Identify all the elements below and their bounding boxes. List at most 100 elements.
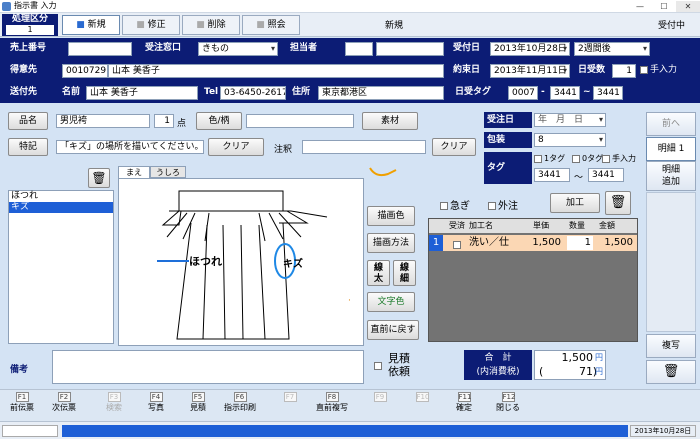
minimize-button[interactable]: —: [628, 1, 652, 12]
customer-label: 得意先: [10, 65, 38, 75]
tab-delete[interactable]: ■ 削除: [182, 15, 240, 35]
tel-label: Tel: [204, 87, 219, 97]
text-color-button[interactable]: 文字色: [367, 292, 415, 312]
window-title: 指示書 入力: [14, 1, 57, 10]
tag-to-input[interactable]: 3441: [593, 86, 623, 100]
receive-tag-from[interactable]: 3441: [534, 168, 570, 182]
address-input[interactable]: 東京都港区: [318, 86, 444, 100]
fkey-f12[interactable]: F12 閉じる: [488, 392, 528, 420]
outsourced-checkbox[interactable]: 外注: [488, 197, 518, 212]
line-thick-button[interactable]: 線 太: [367, 260, 390, 286]
tag0-checkbox[interactable]: 0タグ: [572, 153, 603, 164]
title-bar: 指示書 入力 — ☐ ✕: [0, 0, 700, 13]
header-panel: 売上番号 受注窓口 きもの 担当者 受付日 2013年10月28日 2週間後 得…: [0, 38, 700, 103]
order-date-input[interactable]: 2013年10月28日: [490, 42, 570, 56]
defect-list[interactable]: ほつれ キズ: [8, 190, 114, 344]
drawing-canvas[interactable]: ほつれ キズ: [118, 178, 364, 346]
customer-name-input[interactable]: 山本 美香子: [108, 64, 444, 78]
undo-button[interactable]: 直前に戻す: [367, 320, 419, 340]
staff-input[interactable]: [376, 42, 444, 56]
process-button[interactable]: 加工: [550, 193, 600, 213]
fkey-f2[interactable]: F2 次伝票: [44, 392, 84, 420]
item-name-button[interactable]: 品名: [8, 112, 48, 130]
prev-button[interactable]: 前へ: [646, 112, 696, 136]
window-select[interactable]: きもの: [198, 42, 278, 56]
tag-from-input[interactable]: 3441: [550, 86, 580, 100]
fkey-f5[interactable]: F5 見積: [178, 392, 218, 420]
fkey-f7: F7: [270, 392, 310, 420]
tag-manual-checkbox[interactable]: 手入力: [602, 153, 636, 164]
staff-label: 担当者: [290, 43, 318, 53]
qty-unit: 点: [177, 119, 187, 129]
process-table: 受済 加工名 単価 数量 金額 1 洗い／仕 1,500 1 1,500: [428, 218, 638, 342]
mode-value[interactable]: 1: [6, 25, 54, 35]
maximize-button[interactable]: ☐: [652, 1, 676, 12]
tab-view[interactable]: ■ 照会: [242, 15, 300, 35]
packing-select[interactable]: 8: [534, 133, 606, 147]
color-pattern-input[interactable]: [246, 114, 354, 128]
memo-input[interactable]: [302, 140, 426, 154]
draw-method-button[interactable]: 描画方法: [367, 233, 415, 253]
remarks-input[interactable]: [52, 350, 364, 384]
item-qty-input[interactable]: 1: [154, 114, 174, 128]
clear-note-button[interactable]: クリア: [208, 138, 264, 156]
list-item-selected[interactable]: キズ: [9, 202, 113, 213]
trash-icon: 🗑: [609, 195, 627, 210]
defect-trash-button[interactable]: 🗑: [88, 168, 110, 188]
fkey-f8[interactable]: F8 直前複写: [312, 392, 352, 420]
tab-front[interactable]: まえ: [118, 166, 150, 178]
fkey-f1[interactable]: F1 前伝票: [2, 392, 42, 420]
order-period-select[interactable]: 2週間後: [574, 42, 650, 56]
copy-button[interactable]: 複写: [646, 334, 696, 358]
annotation-scratch: キズ: [283, 259, 303, 270]
estimate-request-checkbox[interactable]: [374, 361, 384, 371]
receive-tag-to[interactable]: 3441: [588, 168, 624, 182]
ship-name-input[interactable]: 山本 美香子: [86, 86, 198, 100]
total-value-box: 1,500 円 (71) 円: [534, 350, 606, 380]
promise-date-input[interactable]: 2013年11月11日: [490, 64, 570, 78]
tel-input[interactable]: 03-6450-2617: [220, 86, 286, 100]
manual-entry-checkbox[interactable]: 手入力: [640, 63, 677, 78]
tag-code-input[interactable]: 0007: [508, 86, 538, 100]
fkey-f9: F9: [360, 392, 400, 420]
fkey-f11[interactable]: F11 確定: [444, 392, 484, 420]
tab-new[interactable]: ■ 新規: [62, 15, 120, 35]
clear-memo-button[interactable]: クリア: [432, 138, 476, 156]
color-pattern-button[interactable]: 色/柄: [196, 112, 242, 130]
row-qty-input[interactable]: 1: [567, 236, 593, 250]
draw-color-button[interactable]: 描画色: [367, 206, 415, 226]
item-name-input[interactable]: 男児袴: [56, 114, 150, 128]
add-detail-button[interactable]: 明細 追加: [646, 161, 696, 191]
staff-code-input[interactable]: [345, 42, 373, 56]
mode-label: 処理区分: [11, 14, 48, 24]
receive-date-label: 受注日: [484, 112, 532, 128]
draw-color-swatch: [369, 167, 397, 177]
sales-no-label: 売上番号: [10, 43, 47, 53]
mode-bar: 処理区分 1 ■ 新規 ■ 修正 ■ 削除 ■ 照会 新規 受付中: [0, 13, 700, 37]
detail-1-tab[interactable]: 明細 1: [646, 137, 696, 161]
special-note-button[interactable]: 特記: [8, 138, 48, 156]
special-note-input[interactable]: 「キズ」の場所を描いてください。: [56, 140, 204, 154]
fkey-f4[interactable]: F4 写真: [136, 392, 176, 420]
tag1-checkbox[interactable]: 1タグ: [534, 153, 565, 164]
fkey-f6[interactable]: F6 指示印刷: [220, 392, 260, 420]
status-field: [2, 425, 58, 437]
close-button[interactable]: ✕: [676, 1, 700, 12]
sales-no-input[interactable]: [68, 42, 132, 56]
fkey-f10: F10: [415, 392, 430, 402]
days-input[interactable]: 1: [612, 64, 636, 78]
receive-date-input[interactable]: 年 月 日: [534, 113, 606, 127]
process-trash-button[interactable]: 🗑: [605, 191, 631, 215]
material-button[interactable]: 素材: [362, 112, 418, 130]
customer-code-input[interactable]: 0010729: [62, 64, 108, 78]
tab-back[interactable]: うしろ: [150, 166, 186, 178]
urgent-checkbox[interactable]: 急ぎ: [440, 197, 470, 212]
tab-edit[interactable]: ■ 修正: [122, 15, 180, 35]
received-checkbox[interactable]: [453, 238, 463, 254]
line-thin-button[interactable]: 線 細: [393, 260, 416, 286]
list-item[interactable]: ほつれ: [9, 191, 113, 202]
side-trash-button[interactable]: 🗑: [646, 360, 696, 384]
table-row[interactable]: 1 洗い／仕 1,500 1 1,500: [429, 235, 637, 251]
app-icon: [2, 2, 11, 11]
packing-label: 包装: [484, 132, 532, 148]
